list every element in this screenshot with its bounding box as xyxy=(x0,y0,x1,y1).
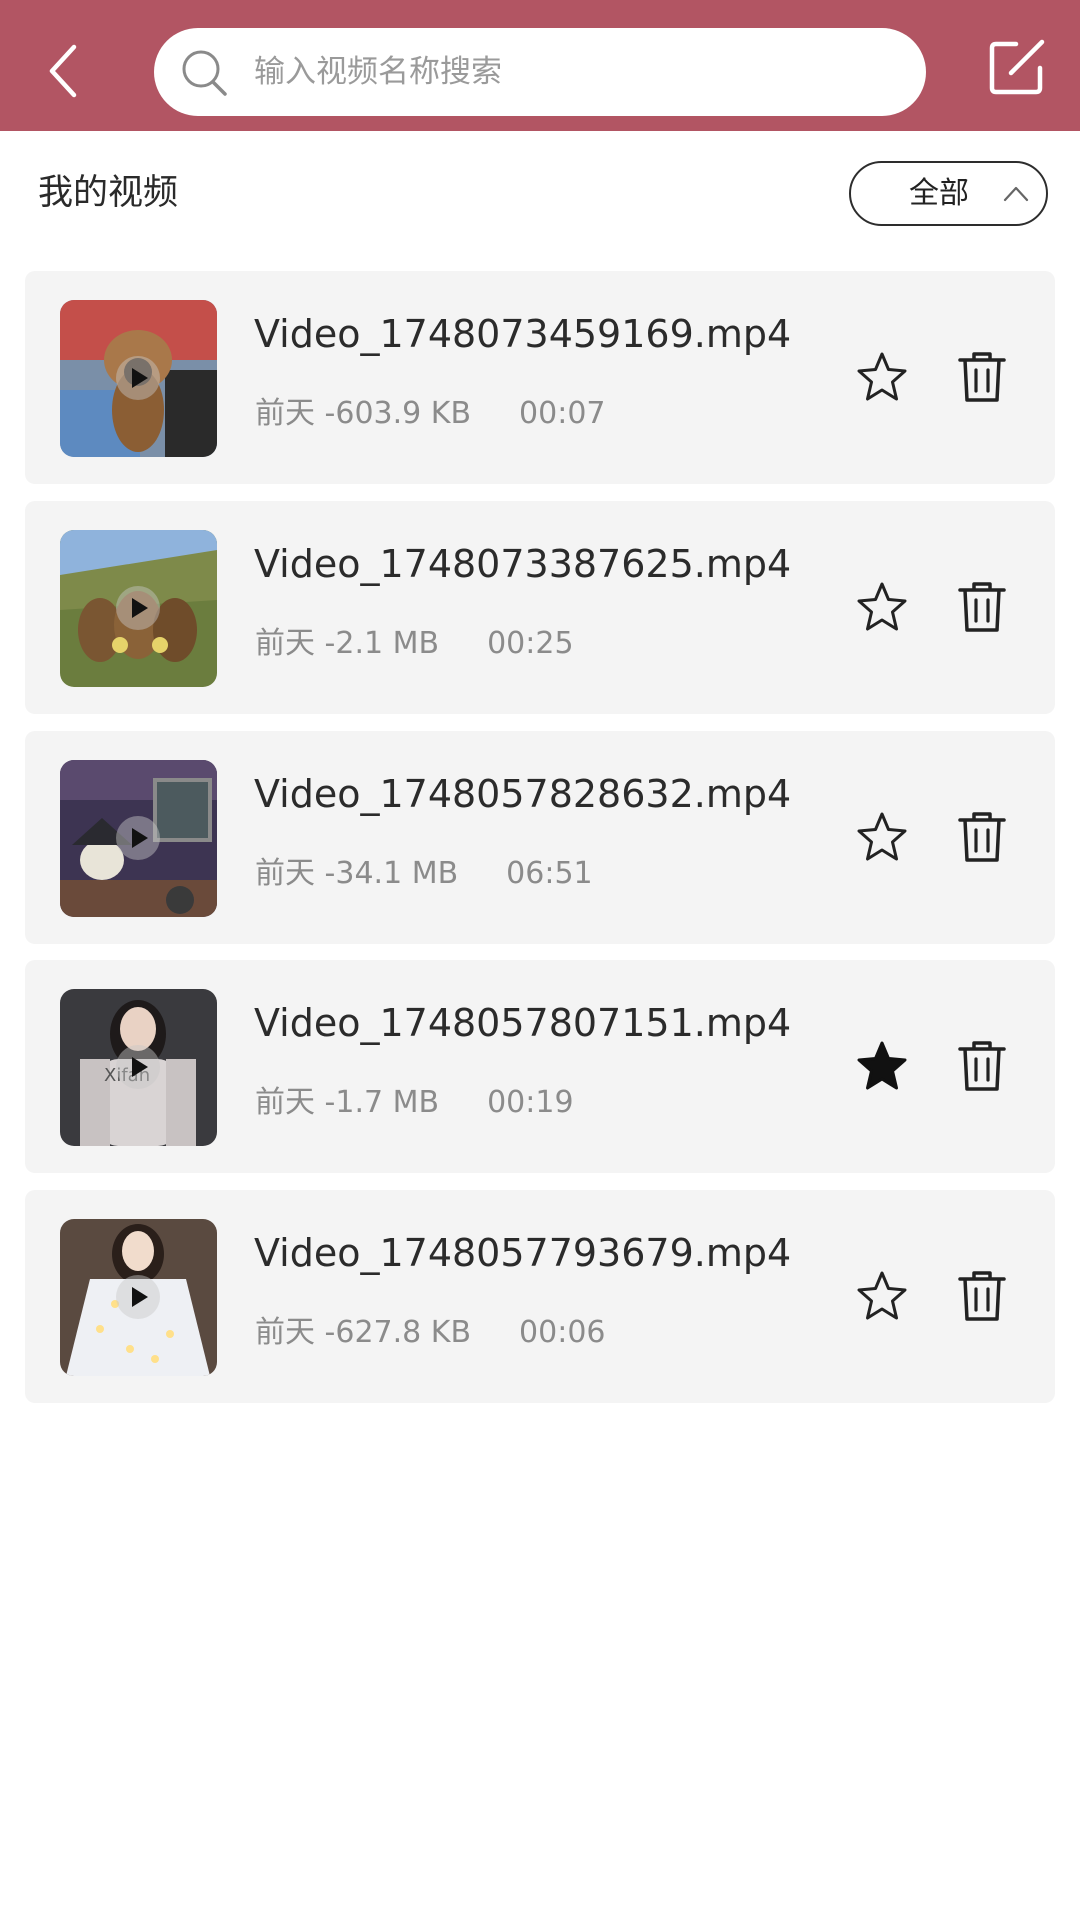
play-icon xyxy=(116,816,160,860)
video-thumbnail[interactable] xyxy=(60,760,217,917)
search-input[interactable] xyxy=(252,28,892,116)
video-list-item[interactable]: Video_1748073387625.mp4 前天 -2.1 MB 00:25 xyxy=(25,501,1055,714)
video-date-size: 前天 -627.8 KB xyxy=(255,1315,472,1350)
trash-icon[interactable] xyxy=(957,350,1007,404)
video-meta: 前天 -627.8 KB 00:06 xyxy=(255,1313,606,1353)
video-name: Video_1748057807151.mp4 xyxy=(254,1001,792,1045)
video-duration: 00:19 xyxy=(487,1085,574,1120)
video-date-size: 前天 -1.7 MB xyxy=(255,1085,440,1120)
trash-icon[interactable] xyxy=(957,1269,1007,1323)
edit-icon[interactable] xyxy=(986,36,1048,98)
filter-label: 全部 xyxy=(909,176,969,211)
chevron-left-icon xyxy=(49,44,77,98)
video-name: Video_1748073459169.mp4 xyxy=(254,312,792,356)
video-duration: 00:07 xyxy=(519,396,606,431)
video-duration: 00:25 xyxy=(487,626,574,661)
play-icon xyxy=(116,586,160,630)
top-app-bar xyxy=(0,0,1080,131)
video-meta: 前天 -1.7 MB 00:19 xyxy=(255,1083,574,1123)
play-icon xyxy=(116,1045,160,1089)
video-duration: 00:06 xyxy=(519,1315,606,1350)
video-thumbnail[interactable]: Xifan xyxy=(60,989,217,1146)
video-list-item[interactable]: Video_1748073459169.mp4 前天 -603.9 KB 00:0… xyxy=(25,271,1055,484)
video-date-size: 前天 -2.1 MB xyxy=(255,626,440,661)
video-date-size: 前天 -603.9 KB xyxy=(255,396,472,431)
star-outline-icon[interactable] xyxy=(855,580,909,634)
video-list-item[interactable]: Video_1748057828632.mp4 前天 -34.1 MB 06:51 xyxy=(25,731,1055,944)
video-list-item[interactable]: Video_1748057793679.mp4 前天 -627.8 KB 00:0… xyxy=(25,1190,1055,1403)
star-outline-icon[interactable] xyxy=(855,810,909,864)
section-title: 我的视频 xyxy=(38,173,179,213)
play-icon xyxy=(116,1275,160,1319)
video-duration: 06:51 xyxy=(506,856,593,891)
filter-dropdown[interactable]: 全部 xyxy=(849,161,1048,226)
video-meta: 前天 -2.1 MB 00:25 xyxy=(255,624,574,664)
video-name: Video_1748073387625.mp4 xyxy=(254,542,792,586)
video-name: Video_1748057793679.mp4 xyxy=(254,1231,792,1275)
trash-icon[interactable] xyxy=(957,1039,1007,1093)
star-outline-icon[interactable] xyxy=(855,1269,909,1323)
video-name: Video_1748057828632.mp4 xyxy=(254,772,792,816)
video-thumbnail[interactable] xyxy=(60,530,217,687)
play-icon xyxy=(116,356,160,400)
video-list-item[interactable]: Xifan Video_1748057807151.mp4 前天 -1.7 MB… xyxy=(25,960,1055,1173)
back-button[interactable] xyxy=(38,36,88,106)
search-bar[interactable] xyxy=(154,28,926,116)
chevron-up-icon xyxy=(1003,186,1029,202)
trash-icon[interactable] xyxy=(957,810,1007,864)
video-thumbnail[interactable] xyxy=(60,1219,217,1376)
star-outline-icon[interactable] xyxy=(855,350,909,404)
trash-icon[interactable] xyxy=(957,580,1007,634)
video-meta: 前天 -34.1 MB 06:51 xyxy=(255,854,593,894)
video-date-size: 前天 -34.1 MB xyxy=(255,856,459,891)
video-meta: 前天 -603.9 KB 00:07 xyxy=(255,394,606,434)
video-thumbnail[interactable] xyxy=(60,300,217,457)
search-icon xyxy=(182,50,227,96)
star-filled-icon[interactable] xyxy=(855,1039,909,1093)
